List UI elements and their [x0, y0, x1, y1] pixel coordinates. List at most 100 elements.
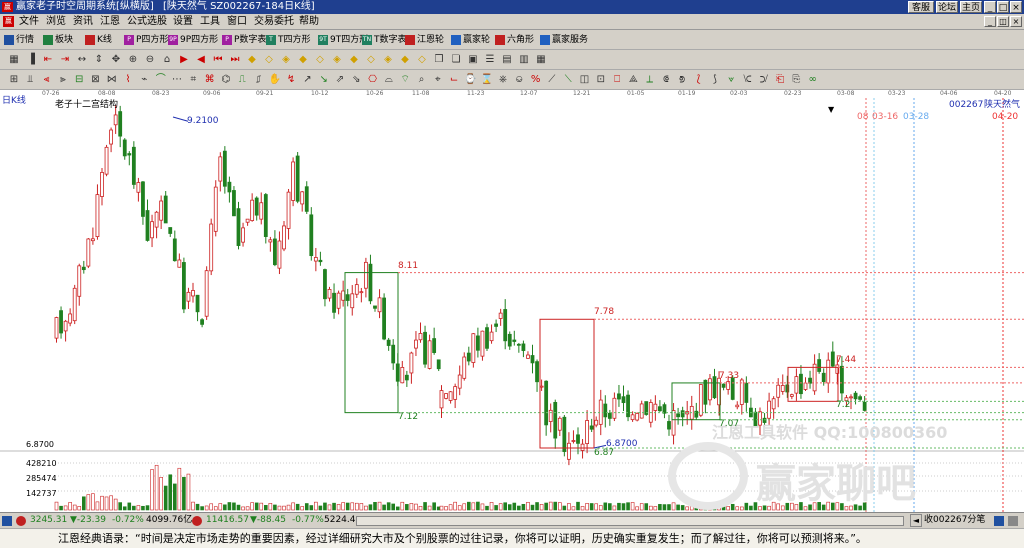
draw-tool-22-icon[interactable]: ◈	[382, 53, 394, 66]
toolbar-t-square-button[interactable]: T T四方形	[266, 33, 311, 47]
draw-tool-0-icon[interactable]: ▦	[8, 53, 20, 66]
draw-tool-18-icon[interactable]: ◇	[314, 53, 326, 66]
toolbar-t-number-table-button[interactable]: TN T数字表	[362, 33, 407, 47]
indicator-tool-25-icon[interactable]: ⌕	[416, 73, 428, 86]
indicator-tool-19-icon[interactable]: ↘	[318, 73, 330, 86]
menu-formula[interactable]: 公式选股	[127, 15, 167, 29]
draw-tool-13-icon[interactable]: ⏭	[229, 53, 241, 66]
indicator-tool-16-icon[interactable]: ✋	[269, 73, 281, 86]
indicator-tool-12-icon[interactable]: ⌘	[204, 73, 216, 86]
mdi-close-icon[interactable]: ×	[1010, 16, 1022, 27]
menu-file[interactable]: 文件	[19, 15, 39, 29]
indicator-tool-31-icon[interactable]: ⎉	[513, 73, 525, 86]
indicator-tool-32-icon[interactable]: %	[530, 73, 542, 86]
draw-tool-25-icon[interactable]: ❒	[433, 53, 445, 66]
indicator-tool-22-icon[interactable]: ⎔	[367, 73, 379, 86]
indicator-tool-42-icon[interactable]: ⟅	[693, 73, 705, 86]
draw-tool-14-icon[interactable]: ◆	[246, 53, 258, 66]
indicator-tool-7-icon[interactable]: ⌇	[122, 73, 134, 86]
kline-chart[interactable]: 日K线 老子十二宫结构 ▼ 002267 陕天然气 江恩工具软件 QQ:1008…	[0, 96, 1024, 512]
indicator-tool-30-icon[interactable]: ⎈	[497, 73, 509, 86]
toolbar-p-square-button[interactable]: P P四方形	[124, 33, 168, 47]
close-icon[interactable]: ×	[1010, 1, 1022, 13]
menu-browse[interactable]: 浏览	[46, 15, 66, 29]
toolbar-9t-square-button[interactable]: 9T 9T四方形	[318, 33, 368, 47]
indicator-tool-17-icon[interactable]: ↯	[285, 73, 297, 86]
indicator-tool-48-icon[interactable]: ⎘	[790, 73, 802, 86]
draw-tool-8-icon[interactable]: ⊖	[144, 53, 156, 66]
horizontal-scrollbar[interactable]	[356, 516, 904, 526]
indicator-tool-33-icon[interactable]: ⟋	[546, 73, 558, 86]
draw-tool-3-icon[interactable]: ⇥	[59, 53, 71, 66]
indicator-tool-11-icon[interactable]: ⌗	[187, 73, 199, 86]
toolbar-service-button[interactable]: 赢家服务	[540, 33, 588, 47]
draw-tool-16-icon[interactable]: ◈	[280, 53, 292, 66]
draw-tool-5-icon[interactable]: ⇕	[93, 53, 105, 66]
toolbar-p-number-table-button[interactable]: P P数字表	[222, 33, 266, 47]
indicator-tool-1-icon[interactable]: ⫫	[24, 73, 36, 86]
home-button[interactable]: 主页	[960, 1, 982, 13]
indicator-tool-45-icon[interactable]: ⟈	[742, 73, 754, 86]
menu-info[interactable]: 资讯	[73, 15, 93, 29]
tick-icon[interactable]	[994, 516, 1004, 526]
market-icon[interactable]	[2, 516, 12, 526]
indicator-tool-46-icon[interactable]: ⟉	[758, 73, 770, 86]
toolbar-quote-board-button[interactable]: 行情	[4, 33, 34, 47]
indicator-tool-10-icon[interactable]: ⋯	[171, 73, 183, 86]
draw-tool-31-icon[interactable]: ▦	[535, 53, 547, 66]
toolbar-kline-button[interactable]: K线	[85, 33, 112, 47]
menu-tools[interactable]: 工具	[200, 15, 220, 29]
draw-tool-17-icon[interactable]: ◆	[297, 53, 309, 66]
menu-trade[interactable]: 交易委托	[254, 15, 294, 29]
draw-tool-4-icon[interactable]: ↔	[76, 53, 88, 66]
indicator-tool-39-icon[interactable]: ⟂	[644, 73, 656, 86]
indicator-tool-6-icon[interactable]: ⋈	[106, 73, 118, 86]
mdi-restore-icon[interactable]: ◫	[997, 16, 1009, 27]
indicator-tool-20-icon[interactable]: ⇗	[334, 73, 346, 86]
menu-settings[interactable]: 设置	[173, 15, 193, 29]
indicator-tool-26-icon[interactable]: ⌖	[432, 73, 444, 86]
indicator-tool-8-icon[interactable]: ⌁	[138, 73, 150, 86]
draw-tool-12-icon[interactable]: ⏮	[212, 53, 224, 66]
indicator-tool-27-icon[interactable]: ⌙	[448, 73, 460, 86]
draw-tool-10-icon[interactable]: ▶	[178, 53, 190, 66]
indicator-tool-24-icon[interactable]: ⌔	[399, 73, 411, 86]
service-button[interactable]: 客服	[908, 1, 934, 13]
draw-tool-20-icon[interactable]: ◆	[348, 53, 360, 66]
indicator-tool-15-icon[interactable]: ⎎	[253, 73, 265, 86]
draw-tool-19-icon[interactable]: ◈	[331, 53, 343, 66]
draw-tool-6-icon[interactable]: ✥	[110, 53, 122, 66]
indicator-tool-37-icon[interactable]: ⎕	[611, 73, 623, 86]
indicator-tool-36-icon[interactable]: ⊡	[595, 73, 607, 86]
draw-tool-9-icon[interactable]: ⌂	[161, 53, 173, 66]
scroll-left-icon[interactable]: ◄	[910, 514, 922, 527]
indicator-tool-13-icon[interactable]: ⌬	[220, 73, 232, 86]
minimize-icon[interactable]: _	[984, 1, 996, 13]
indicator-tool-9-icon[interactable]: ⌒	[155, 73, 167, 86]
draw-tool-11-icon[interactable]: ◀	[195, 53, 207, 66]
draw-tool-30-icon[interactable]: ▥	[518, 53, 530, 66]
menu-gann[interactable]: 江恩	[100, 15, 120, 29]
indicator-tool-49-icon[interactable]: ∞	[807, 73, 819, 86]
forum-button[interactable]: 论坛	[936, 1, 958, 13]
dropdown-arrow-icon[interactable]: ▼	[828, 104, 834, 115]
menu-help[interactable]: 帮助	[299, 15, 319, 29]
indicator-tool-41-icon[interactable]: ⟄	[676, 73, 688, 86]
indicator-tool-14-icon[interactable]: ⎍	[236, 73, 248, 86]
mdi-minimize-icon[interactable]: _	[984, 16, 996, 27]
settings-icon[interactable]	[1008, 516, 1018, 526]
indicator-tool-40-icon[interactable]: ⟃	[660, 73, 672, 86]
indicator-tool-38-icon[interactable]: ⟁	[627, 73, 639, 86]
indicator-tool-35-icon[interactable]: ◫	[579, 73, 591, 86]
toolbar-sector-button[interactable]: 板块	[43, 33, 73, 47]
toolbar-hexagon-button[interactable]: 六角形	[495, 33, 534, 47]
indicator-tool-5-icon[interactable]: ⊠	[90, 73, 102, 86]
indicator-tool-18-icon[interactable]: ↗	[301, 73, 313, 86]
draw-tool-21-icon[interactable]: ◇	[365, 53, 377, 66]
indicator-tool-34-icon[interactable]: ⟍	[562, 73, 574, 86]
toolbar-9p-square-button[interactable]: 9P 9P四方形	[168, 33, 218, 47]
draw-tool-26-icon[interactable]: ❏	[450, 53, 462, 66]
maximize-icon[interactable]: □	[997, 1, 1009, 13]
draw-tool-2-icon[interactable]: ⇤	[42, 53, 54, 66]
draw-tool-27-icon[interactable]: ▣	[467, 53, 479, 66]
